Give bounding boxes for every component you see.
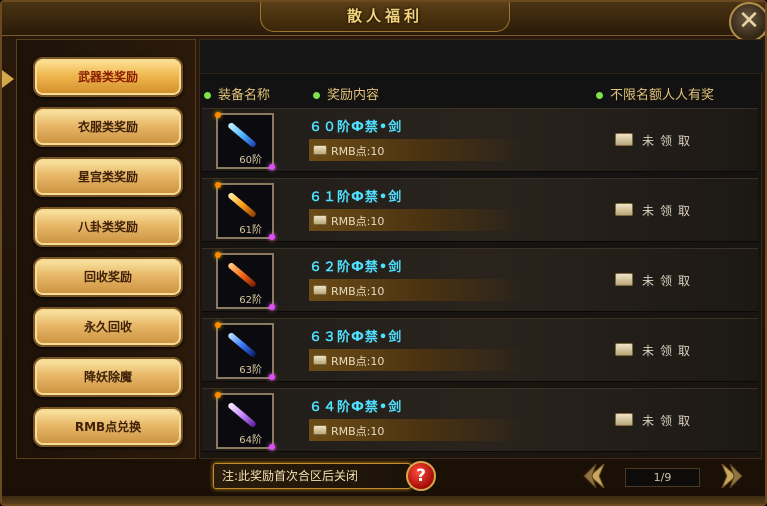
scroll-icon: [615, 413, 633, 426]
scroll-icon: [615, 343, 633, 356]
rmb-reward: RMB点:10: [309, 419, 524, 441]
question-mark-icon: ?: [416, 466, 426, 486]
gem-icon: [269, 374, 275, 380]
claim-status[interactable]: 未领取: [642, 272, 696, 289]
menu-recycle-rewards[interactable]: 回收奖励: [33, 257, 183, 297]
claim-status[interactable]: 未领取: [642, 202, 696, 219]
menu-demon-slaying[interactable]: 降妖除魔: [33, 357, 183, 397]
title-bar: 散人福利: [2, 2, 765, 36]
column-quota-label: 不限名额人人有奖: [610, 88, 715, 103]
reward-category-menu: 武器类奖励 衣服类奖励 星宫类奖励 八卦类奖励 回收奖励 永久回收 降妖除魔 R…: [16, 39, 196, 459]
rmb-amount: RMB点:10: [331, 425, 385, 438]
menu-weapon-rewards[interactable]: 武器类奖励: [33, 57, 183, 97]
reward-row: 61阶 ６１阶Ф禁•剑 RMB点:10 未领取: [202, 178, 758, 242]
gem-icon: [269, 444, 275, 450]
weapon-item-slot[interactable]: 61阶: [215, 182, 275, 240]
chevron-right-icon: [721, 463, 743, 489]
page-indicator: 1/9: [625, 468, 700, 487]
menu-permanent-recycle[interactable]: 永久回收: [33, 307, 183, 347]
next-page-button[interactable]: [714, 461, 744, 491]
selection-arrow-icon: [2, 70, 14, 88]
gem-icon: [215, 322, 221, 328]
gem-icon: [215, 112, 221, 118]
scroll-icon: [615, 273, 633, 286]
item-name: ６４阶Ф禁•剑: [309, 400, 403, 415]
weapon-item-slot[interactable]: 62阶: [215, 252, 275, 310]
green-dot-icon: [204, 92, 211, 99]
scroll-icon: [313, 285, 327, 295]
reward-row: 63阶 ６３阶Ф禁•剑 RMB点:10 未领取: [202, 318, 758, 382]
weapon-item-slot[interactable]: 60阶: [215, 112, 275, 170]
item-name: ６１阶Ф禁•剑: [309, 190, 403, 205]
scroll-icon: [313, 215, 327, 225]
weapon-item-slot[interactable]: 64阶: [215, 392, 275, 450]
chevron-left-icon: [583, 463, 605, 489]
rmb-reward: RMB点:10: [309, 209, 524, 231]
item-level: 62阶: [239, 295, 262, 306]
column-reward-label: 奖励内容: [327, 88, 380, 103]
claim-status[interactable]: 未领取: [642, 132, 696, 149]
item-level: 61阶: [239, 225, 262, 236]
item-level: 60阶: [239, 155, 262, 166]
menu-clothing-rewards[interactable]: 衣服类奖励: [33, 107, 183, 147]
close-icon: ✕: [738, 6, 760, 36]
welfare-window: 散人福利 ✕ 武器类奖励 衣服类奖励 星宫类奖励 八卦类奖励 回收奖励 永久回收…: [0, 0, 767, 506]
rmb-amount: RMB点:10: [331, 215, 385, 228]
sword-icon: [227, 121, 257, 149]
gem-icon: [269, 164, 275, 170]
green-dot-icon: [313, 92, 320, 99]
rmb-amount: RMB点:10: [331, 285, 385, 298]
item-name: ６３阶Ф禁•剑: [309, 330, 403, 345]
gem-icon: [269, 304, 275, 310]
reward-row: 62阶 ６２阶Ф禁•剑 RMB点:10 未领取: [202, 248, 758, 312]
bottom-border: [2, 496, 765, 504]
menu-rmb-exchange[interactable]: RMB点兑换: [33, 407, 183, 447]
menu-star-palace-rewards[interactable]: 星宫类奖励: [33, 157, 183, 197]
scroll-icon: [313, 355, 327, 365]
claim-status[interactable]: 未领取: [642, 342, 696, 359]
help-button[interactable]: ?: [406, 461, 436, 491]
green-dot-icon: [596, 92, 603, 99]
rmb-amount: RMB点:10: [331, 145, 385, 158]
item-level: 63阶: [239, 365, 262, 376]
gem-icon: [215, 252, 221, 258]
claim-status[interactable]: 未领取: [642, 412, 696, 429]
rmb-reward: RMB点:10: [309, 349, 524, 371]
column-equipment-label: 装备名称: [218, 88, 271, 103]
close-button[interactable]: ✕: [729, 2, 765, 42]
rmb-amount: RMB点:10: [331, 355, 385, 368]
rmb-reward: RMB点:10: [309, 279, 524, 301]
menu-bagua-rewards[interactable]: 八卦类奖励: [33, 207, 183, 247]
sword-icon: [227, 401, 257, 429]
reward-row: 64阶 ６４阶Ф禁•剑 RMB点:10 未领取: [202, 388, 758, 452]
column-equipment: 装备名称: [204, 84, 270, 103]
scythe-icon: [227, 331, 257, 359]
item-level: 64阶: [239, 435, 262, 446]
column-quota: 不限名额人人有奖: [596, 84, 714, 103]
weapon-item-slot[interactable]: 63阶: [215, 322, 275, 380]
prev-page-button[interactable]: [582, 461, 612, 491]
rmb-reward: RMB点:10: [309, 139, 524, 161]
reward-row: 60阶 ６０阶Ф禁•剑 RMB点:10 未领取: [202, 108, 758, 172]
header-strip: [200, 40, 763, 74]
gem-icon: [215, 392, 221, 398]
gem-icon: [215, 182, 221, 188]
scroll-icon: [615, 203, 633, 216]
scroll-icon: [313, 425, 327, 435]
item-name: ６０阶Ф禁•剑: [309, 120, 403, 135]
axe-icon: [227, 191, 257, 219]
scroll-icon: [615, 133, 633, 146]
column-reward: 奖励内容: [313, 84, 379, 103]
window-title: 散人福利: [260, 2, 510, 32]
item-name: ６２阶Ф禁•剑: [309, 260, 403, 275]
gem-icon: [269, 234, 275, 240]
scroll-icon: [313, 145, 327, 155]
notice-text: 注:此奖励首次合区后关闭: [213, 463, 411, 489]
blade-icon: [227, 261, 257, 289]
